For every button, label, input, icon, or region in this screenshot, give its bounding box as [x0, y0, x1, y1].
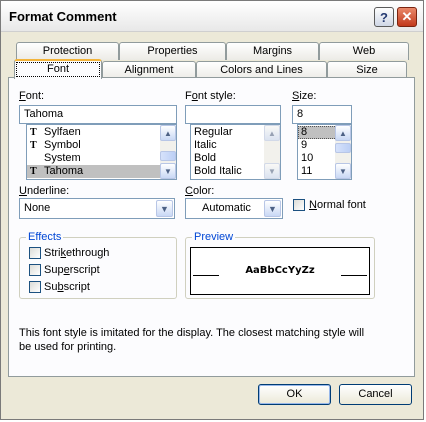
font-style-label: Font style:	[185, 90, 236, 102]
tab-label: Alignment	[124, 64, 174, 76]
ok-button[interactable]: OK	[258, 384, 331, 405]
tab-label: Web	[352, 45, 376, 57]
arrow-up-icon: ▲	[164, 128, 172, 138]
strikethrough-label[interactable]: Strikethrough	[44, 247, 109, 259]
cancel-button[interactable]: Cancel	[339, 384, 412, 405]
close-button[interactable]: ✕	[397, 7, 417, 27]
list-item[interactable]: T Sylfaen	[27, 126, 176, 139]
size-input[interactable]: 8	[292, 105, 352, 124]
tab-label: Size	[356, 64, 378, 76]
scroll-thumb[interactable]	[335, 143, 351, 153]
font-style-input[interactable]	[185, 105, 281, 124]
arrow-up-icon: ▲	[339, 128, 347, 138]
scroll-down-button[interactable]: ▼	[160, 163, 176, 179]
list-item-label: System	[44, 152, 81, 164]
list-item[interactable]: T Symbol	[27, 139, 176, 152]
dropdown-button[interactable]: ▼	[264, 200, 281, 217]
truetype-icon: T	[30, 166, 37, 177]
list-item[interactable]: T Tahoma	[27, 165, 176, 178]
underline-value: None	[24, 202, 51, 214]
underline-dropdown[interactable]: None ▼	[19, 198, 175, 219]
color-value: Automatic	[202, 202, 251, 214]
size-label: Size:	[292, 90, 317, 102]
size-list-scrollbar[interactable]: ▲ ▼	[335, 125, 351, 179]
normal-font-checkbox[interactable]	[293, 199, 305, 211]
list-item-label: Sylfaen	[44, 126, 81, 138]
tab-label: Colors and Lines	[220, 64, 303, 76]
tab-label: Margins	[252, 45, 293, 57]
font-label: Font:	[19, 90, 45, 102]
preview-box: AaBbCcYyZz	[190, 247, 370, 295]
superscript-checkbox[interactable]	[29, 264, 41, 276]
arrow-up-icon: ▲	[268, 128, 276, 138]
tab-properties[interactable]: Properties	[119, 42, 226, 60]
chevron-down-icon: ▼	[160, 203, 169, 214]
font-input[interactable]: Tahoma	[19, 105, 177, 124]
font-style-scrollbar[interactable]: ▲ ▼	[264, 125, 280, 179]
dropdown-button[interactable]: ▼	[156, 200, 173, 217]
scroll-down-button[interactable]: ▼	[335, 163, 351, 179]
info-text-line1: This font style is imitated for the disp…	[19, 327, 365, 339]
info-text-line2: be used for printing.	[19, 341, 117, 353]
font-style-list[interactable]: Regular Italic Bold Bold Italic ▲ ▼	[190, 124, 281, 180]
tab-protection[interactable]: Protection	[16, 42, 119, 60]
superscript-label[interactable]: Superscript	[44, 264, 100, 276]
chevron-down-icon: ▼	[268, 203, 277, 214]
color-label: Color:	[185, 185, 215, 197]
font-tab-panel: Font: Tahoma T Sylfaen T Symbol System T Ta…	[8, 77, 415, 377]
preview-title: Preview	[192, 231, 236, 243]
subscript-label[interactable]: Subscript	[44, 281, 90, 293]
tab-font[interactable]: Font	[14, 59, 102, 79]
scroll-up-button[interactable]: ▲	[335, 125, 351, 141]
dialog-title: Format Comment	[9, 9, 117, 24]
strikethrough-checkbox[interactable]	[29, 247, 41, 259]
list-item-label: Symbol	[44, 139, 81, 151]
truetype-icon: T	[30, 127, 37, 138]
tab-margins[interactable]: Margins	[226, 42, 319, 60]
font-list-scrollbar[interactable]: ▲ ▼	[160, 125, 176, 179]
format-comment-dialog: Format Comment ? ✕ Protection Properties…	[0, 0, 424, 420]
preview-sample-text: AaBbCcYyZz	[245, 265, 315, 276]
title-bar[interactable]: Format Comment ? ✕	[1, 1, 423, 32]
arrow-down-icon: ▼	[268, 166, 276, 176]
list-item-label: Tahoma	[44, 165, 84, 177]
scroll-up-button[interactable]: ▲	[160, 125, 176, 141]
subscript-checkbox[interactable]	[29, 281, 41, 293]
arrow-down-icon: ▼	[339, 166, 347, 176]
scroll-up-button[interactable]: ▲	[264, 125, 280, 141]
effects-title: Effects	[26, 231, 64, 243]
scroll-thumb[interactable]	[160, 151, 176, 161]
font-list[interactable]: T Sylfaen T Symbol System T Tahoma ▲ ▼	[26, 124, 177, 180]
tab-label: Properties	[147, 45, 198, 57]
close-icon: ✕	[401, 9, 413, 24]
normal-font-label[interactable]: Normal font	[309, 199, 366, 211]
tab-label: Protection	[42, 45, 93, 57]
help-icon: ?	[380, 9, 388, 25]
list-item[interactable]: System	[27, 152, 176, 165]
scroll-down-button[interactable]: ▼	[264, 163, 280, 179]
underline-label: Underline:	[19, 185, 70, 197]
color-dropdown[interactable]: Automatic ▼	[185, 198, 283, 219]
preview-group: Preview AaBbCcYyZz	[185, 231, 375, 299]
effects-group: Effects Strikethrough Superscript Subscr…	[19, 231, 177, 299]
arrow-down-icon: ▼	[164, 166, 172, 176]
tab-label: Font	[15, 62, 100, 77]
size-list[interactable]: 8 9 10 11 ▲ ▼	[297, 124, 352, 180]
help-button[interactable]: ?	[374, 7, 394, 27]
truetype-icon: T	[30, 140, 37, 151]
tab-web[interactable]: Web	[319, 42, 409, 60]
